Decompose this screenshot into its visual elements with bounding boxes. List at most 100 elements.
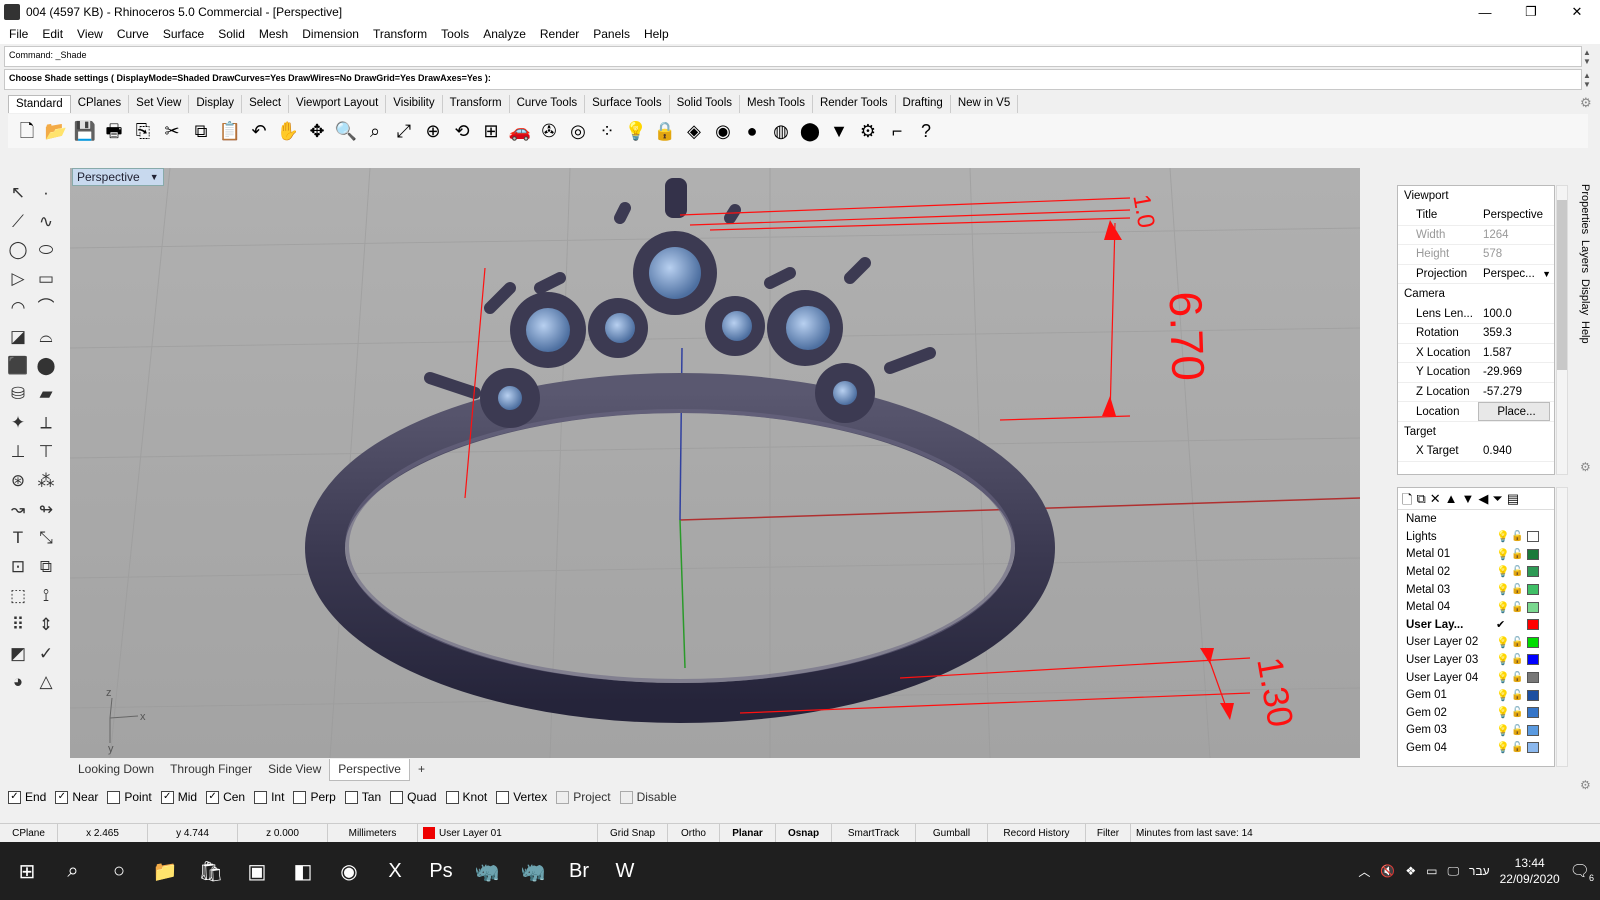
copy-icon[interactable]: ⧉ bbox=[188, 118, 214, 144]
menu-solid[interactable]: Solid bbox=[211, 27, 252, 41]
osnap-tan[interactable]: Tan bbox=[344, 790, 381, 804]
layer-color-swatch[interactable] bbox=[1527, 584, 1539, 596]
right-tab-properties[interactable]: Properties bbox=[1579, 184, 1591, 234]
layer-color-swatch[interactable] bbox=[1527, 566, 1539, 578]
layer-row[interactable]: User Layer 02 💡 🔓 bbox=[1398, 634, 1554, 652]
prop-zloc-field[interactable]: -57.279 bbox=[1478, 383, 1554, 402]
tab-solid-tools[interactable]: Solid Tools bbox=[670, 95, 740, 113]
prop-projection-select[interactable]: Perspec... ▼ bbox=[1478, 265, 1554, 284]
layer-options-icon[interactable]: ▤ bbox=[1507, 491, 1519, 506]
right-tab-display[interactable]: Display bbox=[1579, 279, 1591, 315]
viewport-layout-icon[interactable]: ⊞ bbox=[478, 118, 504, 144]
tab-display[interactable]: Display bbox=[189, 95, 243, 113]
scale-icon[interactable]: ⤡ bbox=[39, 529, 53, 546]
zoom-window-icon[interactable]: ⌕ bbox=[362, 118, 388, 144]
lock-icon[interactable]: 🔒 bbox=[652, 118, 678, 144]
properties-scrollbar[interactable] bbox=[1556, 185, 1568, 475]
viewport-tab-through-finger[interactable]: Through Finger bbox=[162, 759, 260, 781]
viewport-title-tab[interactable]: Perspective ▼ bbox=[72, 168, 164, 186]
status-ortho[interactable]: Ortho bbox=[668, 823, 720, 843]
status-osnap[interactable]: Osnap bbox=[776, 823, 832, 843]
osnap-quad-checkbox[interactable] bbox=[390, 790, 404, 804]
layer-visibility-bulb-icon[interactable]: 💡 bbox=[1496, 601, 1511, 614]
status-gumball[interactable]: Gumball bbox=[916, 823, 988, 843]
layer-visibility-bulb-icon[interactable]: 💡 bbox=[1496, 653, 1511, 666]
layer-visibility-bulb-icon[interactable]: 💡 bbox=[1496, 636, 1511, 649]
osnap-vertex[interactable]: Vertex bbox=[496, 790, 547, 804]
osnap-mid[interactable]: ✓ Mid bbox=[160, 790, 197, 804]
layer-row[interactable]: Gem 04 💡 🔓 bbox=[1398, 739, 1554, 757]
prop-lens-field[interactable]: 100.0 bbox=[1478, 304, 1554, 323]
layer-color-swatch[interactable] bbox=[1527, 707, 1539, 719]
layer-color-swatch[interactable] bbox=[1527, 601, 1539, 613]
car-icon[interactable]: 🚗 bbox=[507, 118, 533, 144]
render-icon[interactable]: ◕ bbox=[13, 673, 23, 690]
layer-lock-icon[interactable]: 🔓 bbox=[1511, 549, 1527, 560]
layer-row[interactable]: Metal 01 💡 🔓 bbox=[1398, 546, 1554, 564]
perspective-viewport[interactable]: 1.0 6.70 1.30 x y z bbox=[70, 168, 1360, 758]
point-icon[interactable]: · bbox=[43, 184, 49, 201]
start-icon[interactable]: ⊞ bbox=[4, 848, 50, 894]
language-indicator[interactable]: עבר bbox=[1469, 864, 1490, 878]
new-layer-icon[interactable]: 🗋 bbox=[1402, 491, 1412, 507]
pan-icon[interactable]: ✋ bbox=[275, 118, 301, 144]
rotate-view-icon[interactable]: ⟲ bbox=[449, 118, 475, 144]
new-sublayer-icon[interactable]: ⧉ bbox=[1416, 491, 1425, 506]
layer-lock-icon[interactable]: 🔓 bbox=[1511, 531, 1527, 542]
circle-icon[interactable]: ◯ bbox=[8, 241, 27, 258]
osnap-disable-checkbox[interactable] bbox=[619, 790, 633, 804]
measure-icon[interactable]: ⇕ bbox=[39, 616, 53, 633]
right-tab-layers[interactable]: Layers bbox=[1579, 240, 1591, 273]
tab-viewport-layout[interactable]: Viewport Layout bbox=[289, 95, 387, 113]
save-icon[interactable]: 💾 bbox=[72, 118, 98, 144]
solid-tools-icon[interactable]: ✦ bbox=[11, 414, 25, 431]
grid-array-icon[interactable]: ⠿ bbox=[12, 616, 24, 633]
zoom-extents-icon[interactable]: ⤢ bbox=[391, 118, 417, 144]
menu-view[interactable]: View bbox=[70, 27, 110, 41]
command-prompt-scrollbar[interactable]: ▲ ▼ bbox=[1582, 71, 1592, 89]
photoshop-icon[interactable]: Ps bbox=[418, 848, 464, 894]
tab-curve-tools[interactable]: Curve Tools bbox=[510, 95, 586, 113]
layer-row[interactable]: Lights 💡 🔓 bbox=[1398, 528, 1554, 546]
tab-new-in-v5[interactable]: New in V5 bbox=[951, 95, 1019, 113]
osnap-project-checkbox[interactable] bbox=[556, 790, 570, 804]
viewport-tab-perspective[interactable]: Perspective bbox=[329, 759, 410, 781]
volume-icon[interactable]: 🔇 bbox=[1380, 864, 1395, 878]
battery-icon[interactable]: ▭ bbox=[1426, 864, 1437, 878]
delete-layer-icon[interactable]: ✕ bbox=[1430, 491, 1441, 506]
prop-xtarget-field[interactable]: 0.940 bbox=[1478, 442, 1554, 461]
command-history-scrollbar[interactable]: ▲ ▼ bbox=[1582, 48, 1592, 66]
osnap-end-checkbox[interactable]: ✓ bbox=[8, 790, 21, 804]
notifications-icon[interactable]: 🗨 6 bbox=[1570, 861, 1594, 883]
viewport-tab-side-view[interactable]: Side View bbox=[260, 759, 329, 781]
trim-icon[interactable]: ⊤ bbox=[39, 443, 54, 460]
layer-visibility-bulb-icon[interactable]: 💡 bbox=[1496, 706, 1511, 719]
layer-visibility-bulb-icon[interactable]: 💡 bbox=[1496, 741, 1511, 754]
osnap-mid-checkbox[interactable]: ✓ bbox=[160, 790, 174, 804]
osnap-int-checkbox[interactable] bbox=[254, 790, 268, 804]
fillet-icon[interactable]: ⌒ bbox=[38, 299, 55, 316]
layer-lock-icon[interactable]: 🔓 bbox=[1511, 690, 1527, 701]
app2-icon[interactable]: ◧ bbox=[280, 848, 326, 894]
dropbox-icon[interactable]: ❖ bbox=[1405, 864, 1416, 878]
osnap-project[interactable]: Project bbox=[556, 790, 611, 804]
tab-mesh-tools[interactable]: Mesh Tools bbox=[740, 95, 813, 113]
osnap-end[interactable]: ✓ End bbox=[8, 790, 46, 804]
layer-lock-icon[interactable]: 🔓 bbox=[1511, 637, 1527, 648]
menu-panels[interactable]: Panels bbox=[586, 27, 637, 41]
layer-lock-icon[interactable]: 🔓 bbox=[1511, 584, 1527, 595]
osnap-perp-checkbox[interactable] bbox=[293, 790, 307, 804]
menu-transform[interactable]: Transform bbox=[366, 27, 434, 41]
points-icon[interactable]: ⁘ bbox=[594, 118, 620, 144]
help-icon[interactable]: ? bbox=[913, 118, 939, 144]
layer-row[interactable]: User Lay... ✔ bbox=[1398, 616, 1554, 634]
menu-surface[interactable]: Surface bbox=[156, 27, 211, 41]
mirror-icon[interactable]: ⧉ bbox=[40, 558, 52, 575]
zoom-selected-icon[interactable]: ⊕ bbox=[420, 118, 446, 144]
layer-color-swatch[interactable] bbox=[1527, 672, 1539, 684]
layer-color-swatch[interactable] bbox=[1527, 724, 1539, 736]
status-planar[interactable]: Planar bbox=[720, 823, 776, 843]
menu-tools[interactable]: Tools bbox=[434, 27, 476, 41]
layer-row[interactable]: Gem 03 💡 🔓 bbox=[1398, 722, 1554, 740]
add-viewport-tab-button[interactable]: + bbox=[410, 759, 433, 781]
